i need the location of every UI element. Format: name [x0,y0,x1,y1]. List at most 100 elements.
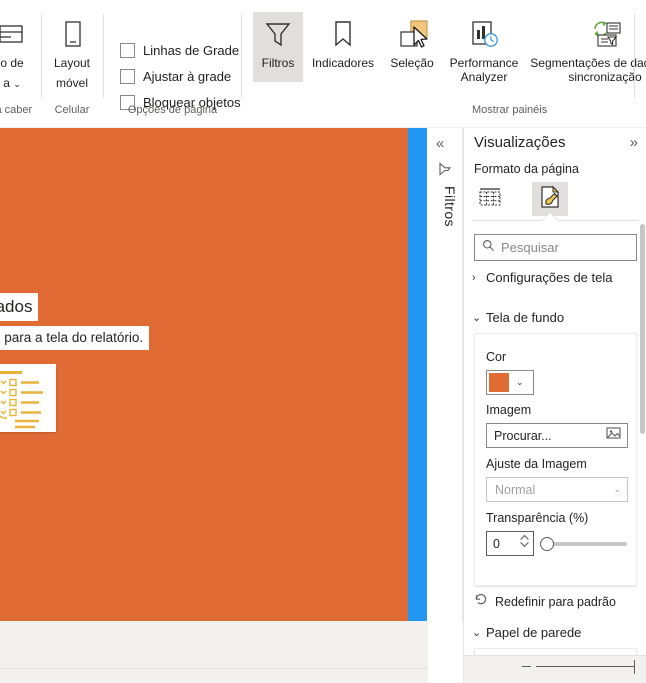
tab-format[interactable] [532,182,568,216]
zoom-slider-track[interactable] [536,666,634,667]
ribbon-group-page-options: Linhas de Grade Ajustar à grade Bloquear… [105,4,241,122]
format-page-subtitle: Formato da página [474,162,579,176]
search-icon [482,239,495,257]
ribbon-separator-2 [103,14,104,98]
background-transparency-slider[interactable] [540,537,630,551]
ribbon-group-show-panes-label: Mostrar painéis [472,104,548,116]
checkbox-snap-to-grid[interactable]: Ajustar à grade [120,67,231,85]
bookmarks-pane-button[interactable]: Indicadores [304,12,382,82]
mobile-layout-label-line1: Layout [53,56,91,70]
chevron-double-left-icon[interactable]: « [436,135,444,152]
funnel-icon [262,18,294,50]
ribbon: o de a ⌄ ra caber Layout móvel [0,0,646,128]
paintbrush-page-icon [538,185,562,214]
filters-pane-label: Filtros [261,56,295,70]
search-input[interactable]: Pesquisar [474,234,637,261]
power-bi-report-view: o de a ⌄ ra caber Layout móvel [0,0,646,683]
spinner-updown-icon[interactable] [519,532,530,555]
section-background[interactable]: ⌄ Tela de fundo [472,310,564,325]
fit-to-page-icon [0,18,28,50]
chevron-down-icon: ⌄ [516,377,524,387]
selection-pane-label: Seleção [390,56,434,70]
pane-scrollbar[interactable] [640,224,645,434]
checkbox-snap-to-grid-box[interactable] [120,68,135,84]
slider-track[interactable] [553,542,627,546]
canvas-fields-illustration-card [0,364,56,432]
background-color-swatch[interactable] [489,373,509,392]
checkbox-snap-to-grid-label: Ajustar à grade [143,68,232,84]
section-screen-settings-label: Configurações de tela [486,270,613,285]
visualizations-pane: Visualizações » Formato da página Pesqui… [463,128,646,683]
background-color-picker[interactable]: ⌄ [486,370,534,395]
zoom-control-strip[interactable] [464,655,646,683]
performance-analyzer-label: Performance Analyzer [449,56,519,84]
tabstrip-active-caret [542,213,558,221]
ribbon-separator-3 [241,14,242,98]
background-transparency-input[interactable]: 0 [486,531,534,556]
zoom-slider-thumb[interactable] [634,660,635,674]
checkbox-gridlines[interactable]: Linhas de Grade [120,41,239,59]
picture-browse-icon[interactable] [606,426,622,445]
sync-slicers-icon [589,18,621,50]
chevron-down-icon: ⌄ [472,627,482,639]
background-image-label: Imagem [486,403,532,417]
mobile-layout-button[interactable]: Layout móvel [44,12,100,90]
visualizations-pane-header: Visualizações » [464,128,646,162]
page-title: Visualizações [474,134,566,151]
chevron-down-icon: ⌄ [613,484,621,494]
section-screen-settings[interactable]: › Configurações de tela [472,270,612,285]
section-background-label: Tela de fundo [486,310,565,325]
reset-to-default-label: Redefinir para padrão [495,594,616,609]
bookmark-icon [327,18,359,50]
zoom-out-icon[interactable] [522,666,531,667]
filters-pane-button[interactable]: Filtros [253,12,303,82]
canvas-placeholder-title: eus dados [0,293,39,321]
background-image-browse-button[interactable]: Procurar... [486,423,628,448]
chevron-down-icon: ⌄ [472,312,482,324]
background-image-fit-select[interactable]: Normal ⌄ [486,477,628,502]
section-wallpaper[interactable]: ⌄ Papel de parede [472,625,581,640]
chevron-double-right-icon[interactable]: » [630,134,638,151]
chevron-right-icon: › [472,271,476,284]
background-transparency-label: Transparência (%) [486,511,589,525]
filter-funnel-icon[interactable] [438,162,452,181]
mobile-layout-icon [56,18,88,50]
performance-analyzer-icon [468,18,500,50]
filters-pane-collapsed[interactable]: « Filtros [428,128,463,621]
report-canvas-area[interactable]: eus dados ampos para a tela do relatório… [0,128,428,621]
ribbon-group-mobile-label: Celular [54,104,90,116]
selection-icon [396,18,428,50]
mobile-layout-label-line2: móvel [55,76,88,90]
fit-to-page-label-line1: o de [0,56,24,70]
fit-to-page-button[interactable]: o de a ⌄ [0,12,42,91]
filters-rail-label[interactable]: Filtros [432,186,458,227]
table-fields-icon [477,186,503,213]
tab-fields[interactable] [472,182,508,216]
background-image-fit-value: Normal [495,482,536,497]
selection-pane-button[interactable]: Seleção [382,12,442,82]
ribbon-group-show-panes: Filtros Indicadores Seleção Performance … [248,4,646,122]
background-color-label: Cor [486,350,507,364]
section-wallpaper-label: Papel de parede [486,625,582,640]
ribbon-separator-4 [634,14,635,98]
ribbon-group-page-options-label: Opções de página [127,104,218,116]
performance-analyzer-button[interactable]: Performance Analyzer [442,12,526,98]
checkbox-gridlines-box[interactable] [120,42,135,58]
background-transparency-value: 0 [493,536,500,551]
bookmarks-pane-label: Indicadores [311,56,375,70]
canvas-selection-bar[interactable] [408,128,427,621]
canvas-placeholder-subtitle: ampos para a tela do relatório. [0,326,150,350]
reset-to-default-button[interactable]: Redefinir para padrão [474,592,616,611]
reset-arrow-icon [474,592,488,611]
search-placeholder: Pesquisar [501,240,559,255]
slider-thumb[interactable] [540,537,554,551]
fields-list-illustration [0,371,56,436]
checkbox-gridlines-label: Linhas de Grade [143,42,240,58]
sync-slicers-button[interactable]: Segmentações de dados de sincronização [530,12,646,98]
background-image-fit-label: Ajuste da Imagem [486,457,587,471]
report-page-canvas[interactable]: eus dados ampos para a tela do relatório… [0,128,408,621]
canvas-footer-divider [0,668,428,669]
sync-slicers-label: Segmentações de dados de sincronização [530,56,646,84]
fit-to-page-label-line2: a ⌄ [3,76,21,90]
background-settings-card: Cor ⌄ Imagem Procurar... Ajuste da Image… [474,333,637,586]
